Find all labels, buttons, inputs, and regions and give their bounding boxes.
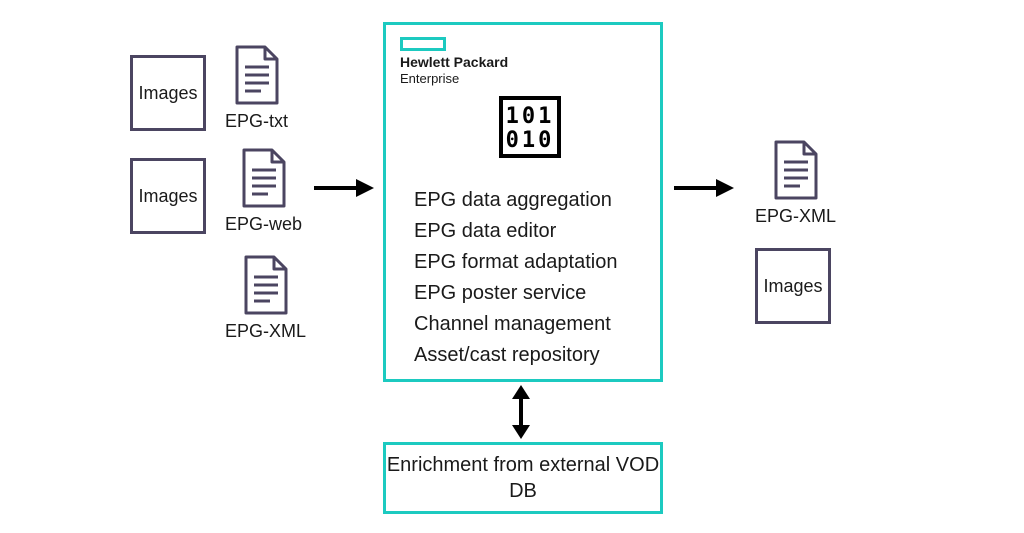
input-doc-txt: EPG-txt [225, 45, 288, 132]
input-images-box-1: Images [130, 55, 206, 131]
input-images-label-1: Images [138, 83, 197, 104]
output-doc-xml: EPG-XML [755, 140, 836, 227]
svg-text:101: 101 [506, 104, 555, 129]
feature-item: Channel management [414, 309, 617, 340]
input-doc-xml-label: EPG-XML [225, 321, 306, 342]
output-doc-xml-label: EPG-XML [755, 206, 836, 227]
document-icon [240, 148, 288, 208]
input-doc-web-label: EPG-web [225, 214, 302, 235]
feature-item: Asset/cast repository [414, 340, 617, 371]
arrow-input-to-main-icon [312, 177, 374, 199]
input-images-label-2: Images [138, 186, 197, 207]
hpe-brand-line1: Hewlett Packard [400, 55, 508, 70]
feature-item: EPG poster service [414, 278, 617, 309]
feature-item: EPG format adaptation [414, 247, 617, 278]
document-icon [772, 140, 820, 200]
main-processing-box: Hewlett Packard Enterprise 101 010 EPG d… [383, 22, 663, 382]
hpe-brand-line2: Enterprise [400, 71, 459, 86]
input-images-box-2: Images [130, 158, 206, 234]
arrow-main-to-enrichment-icon [510, 385, 532, 439]
enrichment-box: Enrichment from external VOD DB [383, 442, 663, 514]
feature-item: EPG data editor [414, 216, 617, 247]
feature-list: EPG data aggregation EPG data editor EPG… [414, 185, 617, 371]
input-doc-xml: EPG-XML [225, 255, 306, 342]
enrichment-label: Enrichment from external VOD DB [386, 452, 660, 504]
hpe-logo-bar-icon [400, 37, 446, 51]
input-doc-web: EPG-web [225, 148, 302, 235]
input-doc-txt-label: EPG-txt [225, 111, 288, 132]
binary-code-icon: 101 010 [498, 95, 562, 159]
document-icon [233, 45, 281, 105]
feature-item: EPG data aggregation [414, 185, 617, 216]
svg-text:010: 010 [506, 128, 555, 153]
document-icon [242, 255, 290, 315]
output-images-label: Images [763, 276, 822, 297]
output-images-box: Images [755, 248, 831, 324]
arrow-main-to-output-icon [672, 177, 734, 199]
